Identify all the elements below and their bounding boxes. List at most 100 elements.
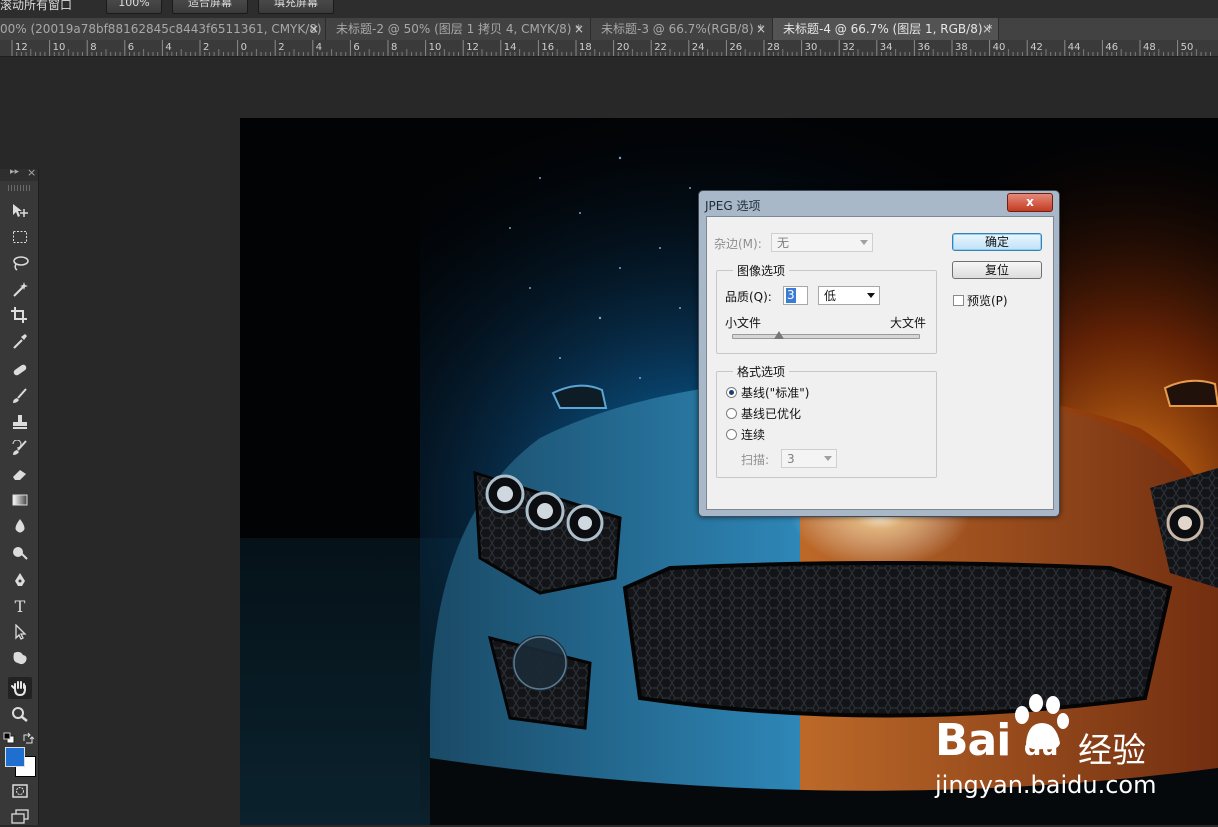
dialog-close-button[interactable]: x	[1007, 193, 1053, 212]
close-icon[interactable]: ×	[27, 166, 36, 179]
panel-grip[interactable]	[8, 185, 30, 191]
healing-brush-tool-icon[interactable]	[8, 359, 32, 381]
ruler-label: 36	[917, 42, 930, 53]
ruler-label: 30	[805, 42, 818, 53]
ruler-label: 4	[165, 42, 171, 53]
ruler-label: 28	[767, 42, 780, 53]
ruler-label: 10	[429, 42, 442, 53]
chevron-down-icon	[820, 450, 836, 467]
ruler-label: 8	[391, 42, 397, 53]
close-icon[interactable]: ×	[574, 18, 584, 40]
fill-screen-button[interactable]: 填充屏幕	[258, 0, 334, 14]
quality-level-select[interactable]: 低	[818, 286, 880, 305]
preview-label[interactable]: 预览(P)	[967, 292, 1008, 309]
quality-input[interactable]: 3	[783, 286, 808, 305]
tab-document-4[interactable]: 未标题-4 @ 66.7% (图层 1, RGB/8) * ×	[773, 18, 999, 40]
ruler-label: 8	[90, 42, 96, 53]
baidu-brand-du: du	[1024, 733, 1059, 761]
baseline-optimized-radio[interactable]	[726, 408, 737, 419]
eyedropper-tool-icon[interactable]	[8, 330, 32, 352]
ruler-label: 24	[692, 42, 705, 53]
lasso-tool-icon[interactable]	[8, 252, 32, 274]
ruler-label: 44	[1068, 42, 1081, 53]
tab-label: 未标题-4 @ 66.7% (图层 1, RGB/8) *	[783, 22, 993, 36]
quality-level-value: 低	[824, 289, 837, 303]
blur-tool-icon[interactable]	[8, 515, 32, 537]
default-colors-icon[interactable]	[3, 729, 15, 744]
ruler-label: 2	[203, 42, 209, 53]
scans-select: 3	[781, 449, 837, 468]
brush-tool-icon[interactable]	[8, 385, 32, 407]
crop-tool-icon[interactable]	[8, 304, 32, 326]
ruler-label: 26	[729, 42, 742, 53]
chevron-down-icon	[863, 287, 879, 304]
marquee-tool-icon[interactable]	[8, 226, 32, 248]
reset-button[interactable]: 复位	[952, 261, 1042, 279]
dialog-body: 杂边(M): 无 图像选项 品质(Q): 3 低 小文件 大文件 格式选项 基线…	[706, 216, 1054, 510]
quality-label: 品质(Q):	[725, 290, 772, 304]
close-icon[interactable]: ×	[982, 18, 992, 40]
pen-tool-icon[interactable]	[8, 569, 32, 591]
small-file-label: 小文件	[725, 316, 762, 330]
eraser-tool-icon[interactable]	[8, 463, 32, 485]
ruler-label: 0	[241, 42, 247, 53]
tab-document-3[interactable]: 未标题-3 @ 66.7%(RGB/8) * ×	[591, 18, 773, 40]
preview-checkbox[interactable]	[953, 295, 964, 306]
baseline-standard-radio[interactable]	[726, 387, 737, 398]
zoom-tool-icon[interactable]	[8, 703, 32, 725]
scroll-all-windows-checkbox-label[interactable]: 滚动所有窗口	[0, 0, 72, 13]
ruler-label: 14	[504, 42, 517, 53]
matte-label: 杂边(M):	[714, 237, 762, 251]
quick-mask-icon[interactable]	[8, 780, 32, 802]
ruler-label: 12	[466, 42, 479, 53]
ruler-label: 32	[842, 42, 855, 53]
ruler-label: 34	[880, 42, 893, 53]
magic-wand-tool-icon[interactable]	[8, 278, 32, 300]
tab-document-1[interactable]: 00% (20019a78bf88162845c8443f6511361, CM…	[0, 18, 326, 40]
baseline-optimized-label[interactable]: 基线已优化	[741, 405, 801, 422]
custom-shape-tool-icon[interactable]	[8, 647, 32, 669]
swap-colors-icon[interactable]	[22, 729, 35, 744]
move-tool-icon[interactable]	[8, 200, 32, 222]
tools-panel-header: ▸▸ ×	[0, 166, 38, 181]
path-selection-tool-icon[interactable]	[8, 621, 32, 643]
jpeg-options-dialog: JPEG 选项 x 杂边(M): 无 图像选项 品质(Q): 3 低 小文件 大…	[698, 190, 1060, 517]
baseline-standard-label[interactable]: 基线("标准")	[741, 384, 809, 401]
close-icon[interactable]: ×	[309, 18, 319, 40]
scans-value: 3	[787, 452, 795, 466]
dodge-tool-icon[interactable]	[8, 541, 32, 563]
quality-slider-thumb[interactable]	[773, 331, 784, 339]
progressive-label[interactable]: 连续	[741, 426, 765, 443]
history-brush-tool-icon[interactable]	[8, 437, 32, 459]
screen-mode-icon[interactable]	[8, 805, 32, 827]
zoom-100-button[interactable]: 100%	[106, 0, 162, 14]
image-options-title: 图像选项	[733, 262, 790, 279]
image-options-group: 图像选项 品质(Q): 3 低 小文件 大文件	[716, 262, 937, 354]
baidu-brand-cn: 经验	[1078, 731, 1146, 771]
progressive-radio[interactable]	[726, 429, 737, 440]
ruler-label: 40	[993, 42, 1006, 53]
baidu-brand-text: Bai	[935, 715, 1011, 766]
hand-tool-icon[interactable]	[8, 677, 32, 699]
ruler-label: 16	[541, 42, 554, 53]
ruler-label: 2	[278, 42, 284, 53]
foreground-color-swatch[interactable]	[5, 747, 25, 767]
ruler-label: 4	[316, 42, 322, 53]
ruler-label: 18	[579, 42, 592, 53]
matte-value: 无	[777, 236, 790, 250]
expand-panel-icon[interactable]: ▸▸	[10, 167, 19, 177]
fit-screen-button[interactable]: 适合屏幕	[172, 0, 248, 14]
dialog-title: JPEG 选项	[705, 199, 761, 213]
ok-button[interactable]: 确定	[952, 233, 1042, 251]
tab-document-2[interactable]: 未标题-2 @ 50% (图层 1 拷贝 4, CMYK/8) * ×	[326, 18, 591, 40]
close-icon[interactable]: ×	[756, 18, 766, 40]
quality-slider-track[interactable]	[732, 334, 920, 339]
type-tool-icon[interactable]: T	[8, 595, 32, 617]
ruler-label: 20	[617, 42, 630, 53]
ruler-label: 10	[53, 42, 66, 53]
gradient-tool-icon[interactable]	[8, 489, 32, 511]
tab-label: 00% (20019a78bf88162845c8443f6511361, CM…	[0, 22, 326, 36]
clone-stamp-tool-icon[interactable]	[8, 411, 32, 433]
ruler-label: 38	[955, 42, 968, 53]
horizontal-ruler: 12 10 8 6 4 2 0 2 4 6 8 10 12 14 16 18 20 22 24 26 28 30 32 34 3…	[0, 40, 1218, 57]
